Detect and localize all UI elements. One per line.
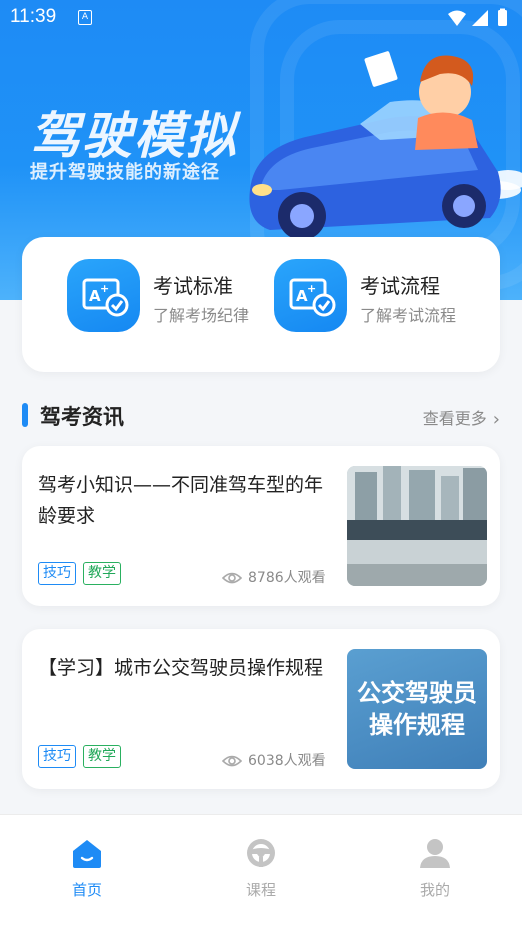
news-card[interactable]: 【学习】城市公交驾驶员操作规程 技巧 教学 6038人观看 公交驾驶员 操作规程 (22, 629, 500, 789)
tag-badge: 教学 (83, 745, 121, 768)
news-tags: 技巧 教学 (38, 745, 128, 768)
tag-badge: 教学 (83, 562, 121, 585)
eye-icon (222, 755, 242, 767)
tab-profile[interactable]: 我的 (380, 837, 490, 907)
news-section-header: 驾考资讯 查看更多 › (22, 398, 500, 434)
news-card[interactable]: 驾考小知识——不同准驾车型的年龄要求 技巧 教学 8786人观看 (22, 446, 500, 606)
tab-label: 课程 (245, 881, 276, 899)
status-time: 11:39 (10, 6, 57, 27)
status-icons (448, 8, 507, 26)
exam-icon: A + (274, 259, 347, 332)
car-driver-illustration (249, 51, 522, 240)
exam-process-title: 考试流程 (360, 274, 440, 298)
news-thumbnail (347, 466, 487, 586)
steering-wheel-icon (247, 839, 275, 867)
tag-badge: 技巧 (38, 745, 76, 768)
tab-label: 我的 (419, 881, 450, 899)
battery-icon (498, 10, 507, 26)
exam-process-link[interactable]: A + 考试流程 了解考试流程 (274, 259, 484, 333)
tab-home[interactable]: 首页 (32, 837, 142, 907)
exam-icon: A + (67, 259, 140, 332)
notification-app-icon: A (78, 10, 92, 25)
exam-standard-title: 考试标准 (153, 274, 233, 298)
view-count-label: 6038人观看 (248, 753, 326, 769)
bottom-tab-bar: 首页 课程 我的 (0, 814, 522, 929)
news-title: 驾考小知识——不同准驾车型的年龄要求 (38, 474, 324, 527)
news-thumbnail: 公交驾驶员 操作规程 (347, 649, 487, 769)
tab-label: 首页 (71, 881, 102, 899)
view-more-link[interactable]: 查看更多 › (423, 405, 500, 430)
user-icon (420, 839, 450, 868)
tab-courses[interactable]: 课程 (206, 837, 316, 907)
view-count: 8786人观看 (222, 567, 326, 587)
wifi-icon (448, 10, 466, 26)
eye-icon (222, 572, 242, 584)
view-count: 6038人观看 (222, 750, 326, 770)
news-title: 【学习】城市公交驾驶员操作规程 (38, 657, 324, 679)
view-more-label: 查看更多 (422, 409, 487, 428)
news-tags: 技巧 教学 (38, 562, 128, 585)
svg-text:+: + (307, 282, 316, 295)
exam-standard-link[interactable]: A + 考试标准 了解考场纪律 (67, 259, 267, 333)
svg-text:+: + (100, 282, 109, 295)
signal-icon (472, 10, 488, 26)
exam-process-subtitle: 了解考试流程 (360, 306, 457, 325)
tag-badge: 技巧 (38, 562, 76, 585)
chevron-right-icon: › (492, 409, 500, 430)
view-count-label: 8786人观看 (248, 570, 326, 586)
hero-subtitle: 提升驾驶技能的新途径 (30, 162, 220, 183)
quick-links-card: A + 考试标准 了解考场纪律 A + 考试流程 了解考试流程 (22, 237, 500, 372)
thumb-text: 公交驾驶员 (357, 679, 477, 707)
home-icon (73, 840, 101, 868)
section-accent-bar (22, 403, 28, 427)
status-bar: 11:39 A (0, 0, 522, 36)
exam-standard-subtitle: 了解考场纪律 (153, 306, 250, 325)
section-title: 驾考资讯 (40, 405, 124, 429)
thumb-text: 操作规程 (369, 711, 465, 739)
